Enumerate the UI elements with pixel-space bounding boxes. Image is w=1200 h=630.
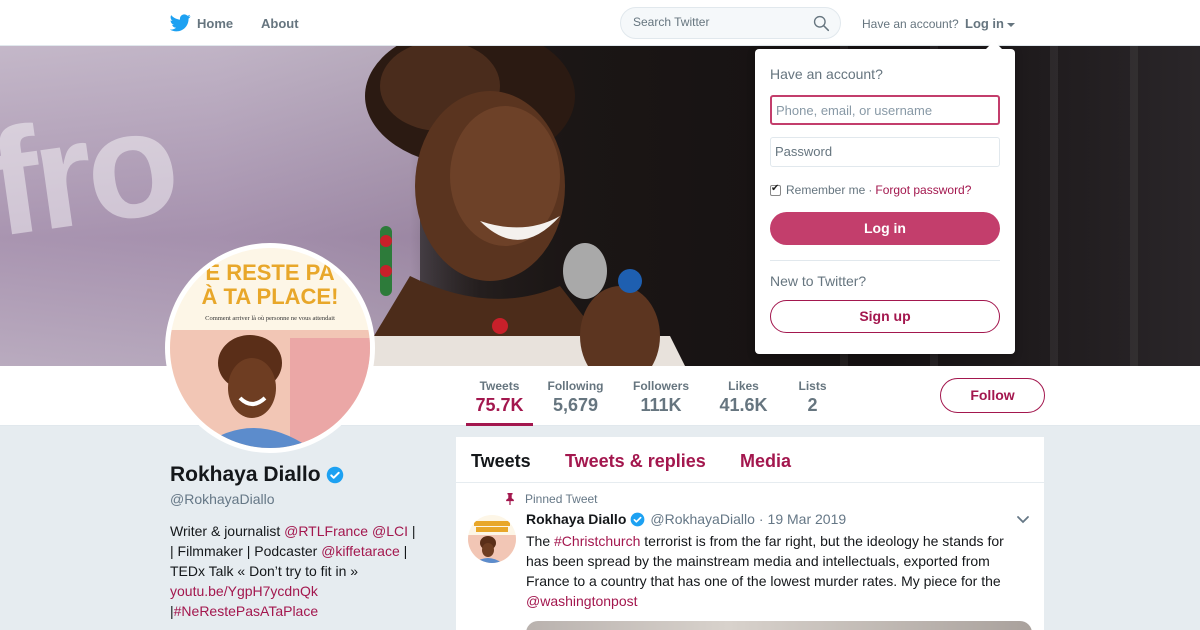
login-menu-label: Log in [965,16,1004,31]
stat-following[interactable]: Following 5,679 [544,366,607,426]
bio-mention-rtlfrance[interactable]: @RTLFrance [284,523,368,539]
tab-tweets-replies[interactable]: Tweets & replies [565,451,706,472]
tweet-author-handle[interactable]: @RokhayaDiallo [650,511,754,527]
forgot-password-link[interactable]: Forgot password? [875,183,971,197]
stat-value: 75.7K [475,395,524,415]
separator-dot: · [868,183,873,197]
login-menu-toggle[interactable]: Log in [965,16,1015,31]
curtain-fold [1130,46,1138,366]
tweet-avatar-illustration [468,515,516,563]
follow-button[interactable]: Follow [940,378,1045,413]
stat-tweets[interactable]: Tweets 75.7K [466,366,533,426]
tweet-mention[interactable]: @washingtonpost [526,593,638,609]
profile-name-text: Rokhaya Diallo [170,463,321,486]
stat-followers[interactable]: Followers 111K [629,366,693,426]
bio-mention-lci[interactable]: @LCI [372,523,408,539]
tweet-text-part: The [526,533,555,549]
tweet-avatar[interactable] [468,515,516,563]
bio-youtube-link[interactable]: youtu.be/YgpH7ycdnQk [170,583,318,599]
have-account-text: Have an account? [862,17,959,31]
top-nav: Home About Have an account? Log in [0,0,1200,46]
password-field[interactable] [775,144,990,159]
pin-icon [506,493,514,505]
tweet-author-name[interactable]: Rokhaya Diallo [526,511,626,527]
chevron-down-icon[interactable] [1016,515,1030,525]
banner-backdrop-text: fro [0,76,183,268]
stat-likes[interactable]: Likes 41.6K [715,366,772,426]
avatar-book-title-line2: À TA PLACE! [202,284,339,309]
caret-down-icon [1007,22,1015,27]
login-dropdown: Have an account? Remember me · Forgot pa… [755,41,1015,354]
search-box[interactable] [620,7,841,39]
stat-label: Tweets [479,379,520,393]
signup-button[interactable]: Sign up [770,300,1000,333]
tweet-text: The #Christchurch terrorist is from the … [526,531,1026,611]
bio-text: Writer & journalist [170,523,285,539]
profile-avatar[interactable]: E RESTE PA À TA PLACE! Comment arriver l… [165,243,375,453]
avatar-image: E RESTE PA À TA PLACE! Comment arriver l… [170,248,370,448]
avatar-book-title-line1: E RESTE PA [205,260,334,285]
bio-mention-kiffetarace[interactable]: @kiffetarace [321,543,400,559]
avatar-book-subtitle: Comment arriver là où personne ne vous a… [205,315,335,322]
stat-label: Lists [798,379,827,393]
curtain-fold [1050,46,1058,366]
nav-home-link[interactable]: Home [197,16,233,31]
tweet-header: Rokhaya Diallo @RokhayaDiallo · 19 Mar 2… [526,511,846,527]
tweet-media-preview[interactable] [526,621,1032,630]
tweet-hashtag[interactable]: #Christchurch [554,533,640,549]
nav-about-link[interactable]: About [261,16,299,31]
stat-label: Likes [728,379,759,393]
banner-speaker-illustration [347,46,685,366]
password-field-wrapper[interactable] [770,137,1000,167]
verified-badge-icon [326,466,343,484]
tweet-date[interactable]: 19 Mar 2019 [768,511,847,527]
stat-value: 5,679 [552,395,599,415]
timeline: Tweets Tweets & replies Media Pinned Twe… [456,437,1044,630]
remember-checkbox[interactable] [770,183,781,196]
stat-value: 41.6K [719,395,768,415]
pinned-label: Pinned Tweet [525,492,598,506]
remember-label[interactable]: Remember me [786,183,865,197]
search-icon[interactable] [813,15,830,32]
search-input[interactable] [633,15,803,29]
tab-media[interactable]: Media [740,451,791,472]
dropdown-divider [770,260,1000,261]
verified-badge-icon [631,512,645,526]
username-field[interactable] [776,103,991,118]
stat-label: Followers [632,379,689,393]
pinned-indicator: Pinned Tweet [504,492,598,506]
tab-tweets[interactable]: Tweets [471,451,531,472]
stat-label: Following [547,379,604,393]
avatar-book-cover-illustration: E RESTE PA À TA PLACE! Comment arriver l… [170,248,370,448]
stat-lists[interactable]: Lists 2 [795,366,830,426]
new-to-twitter-text: New to Twitter? [770,273,867,289]
remember-row: Remember me · Forgot password? [770,183,971,197]
timeline-tabs: Tweets Tweets & replies Media [456,437,1044,483]
stat-value: 111K [640,395,682,415]
separator-dot: · [758,511,764,527]
login-button[interactable]: Log in [770,212,1000,245]
bio-hashtag[interactable]: #NeRestePasATaPlace [174,603,318,619]
profile-bio: Writer & journalist @RTLFrance @LCI | | … [170,521,420,621]
dropdown-title: Have an account? [770,66,883,82]
profile-name: Rokhaya Diallo [170,463,344,487]
username-field-wrapper[interactable] [770,95,1000,125]
twitter-bird-icon[interactable] [170,14,191,32]
stat-value: 2 [807,395,818,415]
profile-handle[interactable]: @RokhayaDiallo [170,491,274,507]
